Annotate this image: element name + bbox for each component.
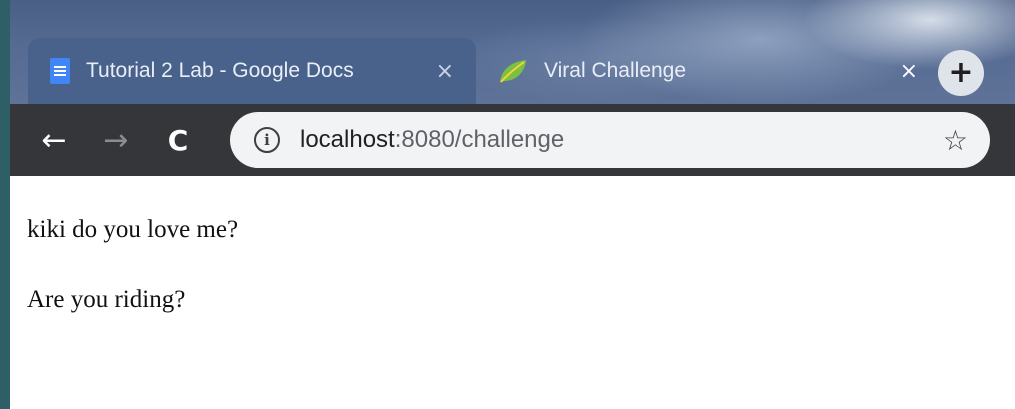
- url-text[interactable]: localhost:8080/challenge: [300, 126, 943, 154]
- reload-icon[interactable]: C: [156, 118, 200, 162]
- browser-window: Tutorial 2 Lab - Google Docs × Viral Cha…: [0, 0, 1015, 409]
- browser-toolbar: ← → C i localhost:8080/challenge ☆: [10, 104, 1015, 176]
- window-edge: [0, 0, 10, 409]
- tab-title: Viral Challenge: [544, 59, 687, 82]
- new-tab-button[interactable]: +: [938, 50, 984, 96]
- url-host: localhost: [300, 126, 395, 153]
- back-arrow-icon[interactable]: ←: [32, 118, 76, 162]
- forward-arrow-icon[interactable]: →: [94, 118, 138, 162]
- paragraph: Are you riding?: [27, 286, 186, 313]
- google-docs-icon: [50, 58, 70, 84]
- page-content: kiki do you love me? Are you riding?: [10, 176, 1015, 409]
- address-bar[interactable]: i localhost:8080/challenge ☆: [230, 112, 990, 168]
- close-icon[interactable]: ×: [900, 59, 918, 84]
- tab-title: Tutorial 2 Lab - Google Docs: [86, 59, 354, 82]
- info-icon[interactable]: i: [254, 127, 280, 153]
- tab-google-docs[interactable]: Tutorial 2 Lab - Google Docs ×: [28, 38, 476, 104]
- url-path: :8080/challenge: [394, 126, 565, 153]
- paragraph: kiki do you love me?: [27, 216, 239, 243]
- leaf-icon: [498, 58, 528, 84]
- close-icon[interactable]: ×: [436, 59, 454, 84]
- bookmark-star-icon[interactable]: ☆: [943, 124, 968, 157]
- tab-viral-challenge[interactable]: Viral Challenge ×: [478, 38, 918, 104]
